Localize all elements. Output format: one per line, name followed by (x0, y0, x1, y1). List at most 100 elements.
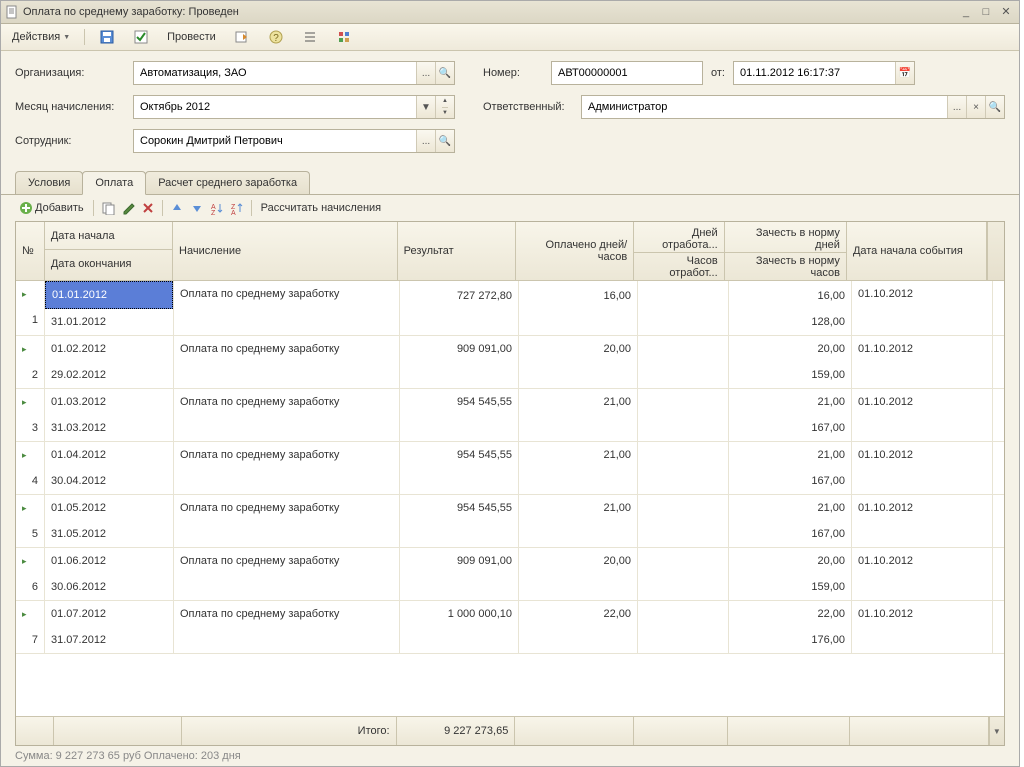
move-down-icon-button[interactable] (188, 199, 206, 217)
table-row[interactable]: ▸501.05.201231.05.2012Оплата по среднему… (16, 495, 1004, 548)
cell-result[interactable]: 954 545,55 (400, 389, 518, 415)
calendar-button[interactable]: 📅 (895, 62, 914, 84)
table-row[interactable]: ▸701.07.201231.07.2012Оплата по среднему… (16, 601, 1004, 654)
cell-date-end[interactable]: 30.06.2012 (45, 574, 173, 600)
header-event[interactable]: Дата начала события (847, 222, 987, 280)
cell-norm-hours[interactable]: 159,00 (729, 574, 851, 600)
org-search-button[interactable]: 🔍 (435, 62, 454, 84)
cell-paid[interactable]: 21,00 (519, 495, 637, 521)
add-button[interactable]: Добавить (15, 199, 88, 217)
cell-event[interactable]: 01.10.2012 (852, 442, 992, 468)
header-result[interactable]: Результат (398, 222, 516, 280)
cell-date-start[interactable]: 01.03.2012 (45, 389, 173, 415)
sort-desc-icon-button[interactable]: ZA (228, 199, 246, 217)
cell-norm-days[interactable]: 20,00 (729, 336, 851, 362)
table-row[interactable]: ▸101.01.201231.01.2012Оплата по среднему… (16, 281, 1004, 336)
cell-norm-hours[interactable]: 167,00 (729, 468, 851, 494)
month-dropdown-button[interactable]: ▼ (416, 96, 435, 118)
cell-norm-days[interactable]: 22,00 (729, 601, 851, 627)
header-num[interactable]: № (16, 222, 45, 280)
move-up-icon-button[interactable] (168, 199, 186, 217)
list-icon-button[interactable] (295, 26, 325, 48)
month-spinner[interactable]: ▲ ▼ (435, 96, 454, 118)
cell-nach[interactable]: Оплата по среднему заработку (174, 389, 399, 415)
maximize-button[interactable]: □ (977, 4, 995, 20)
cell-paid[interactable]: 22,00 (519, 601, 637, 627)
cell-paid[interactable]: 20,00 (519, 336, 637, 362)
resp-select-button[interactable]: ... (947, 96, 966, 118)
resp-search-button[interactable]: 🔍 (985, 96, 1004, 118)
post-ok-icon-button[interactable] (126, 26, 156, 48)
copy-icon-button[interactable] (99, 199, 117, 217)
table-row[interactable]: ▸201.02.201229.02.2012Оплата по среднему… (16, 336, 1004, 389)
resp-input[interactable] (582, 96, 947, 118)
cell-norm-hours[interactable]: 167,00 (729, 415, 851, 441)
delete-icon-button[interactable] (139, 199, 157, 217)
table-row[interactable]: ▸401.04.201230.04.2012Оплата по среднему… (16, 442, 1004, 495)
cell-result[interactable]: 909 091,00 (400, 548, 518, 574)
cell-nach[interactable]: Оплата по среднему заработку (174, 495, 399, 521)
cell-result[interactable]: 909 091,00 (400, 336, 518, 362)
cell-date-start[interactable]: 01.06.2012 (45, 548, 173, 574)
close-button[interactable]: ✕ (997, 4, 1015, 20)
cell-event[interactable]: 01.10.2012 (852, 281, 992, 307)
header-worked[interactable]: Дней отработа... Часов отработ... (634, 222, 724, 280)
cell-event[interactable]: 01.10.2012 (852, 336, 992, 362)
tab-payment[interactable]: Оплата (82, 171, 146, 195)
edit-icon-button[interactable] (119, 199, 137, 217)
cell-date-end[interactable]: 31.07.2012 (45, 627, 173, 653)
header-norm[interactable]: Зачесть в норму дней Зачесть в норму час… (725, 222, 847, 280)
header-paid[interactable]: Оплачено дней/часов (516, 222, 634, 280)
emp-search-button[interactable]: 🔍 (435, 130, 454, 152)
cell-norm-days[interactable]: 21,00 (729, 442, 851, 468)
cell-norm-hours[interactable]: 176,00 (729, 627, 851, 653)
cell-norm-days[interactable]: 16,00 (729, 283, 851, 309)
tab-average-calc[interactable]: Расчет среднего заработка (145, 171, 310, 194)
cell-event[interactable]: 01.10.2012 (852, 548, 992, 574)
cell-date-end[interactable]: 31.01.2012 (45, 309, 173, 335)
cell-norm-hours[interactable]: 167,00 (729, 521, 851, 547)
cell-result[interactable]: 954 545,55 (400, 442, 518, 468)
date-input[interactable] (734, 62, 895, 84)
cell-paid[interactable]: 21,00 (519, 389, 637, 415)
cell-nach[interactable]: Оплата по среднему заработку (174, 548, 399, 574)
post-button[interactable]: Провести (160, 28, 223, 46)
cell-event[interactable]: 01.10.2012 (852, 389, 992, 415)
table-row[interactable]: ▸301.03.201231.03.2012Оплата по среднему… (16, 389, 1004, 442)
emp-input[interactable] (134, 130, 416, 152)
save-icon-button[interactable] (92, 26, 122, 48)
cell-nach[interactable]: Оплата по среднему заработку (174, 442, 399, 468)
cell-nach[interactable]: Оплата по среднему заработку (174, 336, 399, 362)
go-icon-button[interactable] (227, 26, 257, 48)
cell-norm-days[interactable]: 21,00 (729, 495, 851, 521)
emp-select-button[interactable]: ... (416, 130, 435, 152)
org-input[interactable] (134, 62, 416, 84)
cell-event[interactable]: 01.10.2012 (852, 601, 992, 627)
header-dates[interactable]: Дата начала Дата окончания (45, 222, 173, 280)
month-input[interactable] (134, 96, 416, 118)
cell-date-end[interactable]: 30.04.2012 (45, 468, 173, 494)
actions-button[interactable]: Действия ▼ (5, 28, 77, 46)
scroll-down-button[interactable]: ▼ (989, 717, 1004, 745)
cell-date-start[interactable]: 01.05.2012 (45, 495, 173, 521)
resp-clear-button[interactable]: × (966, 96, 985, 118)
cell-date-start[interactable]: 01.01.2012 (45, 281, 173, 309)
cell-paid[interactable]: 21,00 (519, 442, 637, 468)
cell-nach[interactable]: Оплата по среднему заработку (174, 601, 399, 627)
cell-date-end[interactable]: 31.05.2012 (45, 521, 173, 547)
debug-icon-button[interactable] (329, 26, 359, 48)
cell-nach[interactable]: Оплата по среднему заработку (174, 281, 399, 307)
table-row[interactable]: ▸601.06.201230.06.2012Оплата по среднему… (16, 548, 1004, 601)
cell-paid[interactable]: 16,00 (519, 283, 637, 309)
tab-conditions[interactable]: Условия (15, 171, 83, 194)
num-input[interactable] (552, 62, 706, 84)
cell-result[interactable]: 727 272,80 (400, 283, 518, 309)
header-nach[interactable]: Начисление (173, 222, 398, 280)
cell-date-end[interactable]: 31.03.2012 (45, 415, 173, 441)
cell-norm-hours[interactable]: 159,00 (729, 362, 851, 388)
cell-date-end[interactable]: 29.02.2012 (45, 362, 173, 388)
cell-result[interactable]: 954 545,55 (400, 495, 518, 521)
cell-date-start[interactable]: 01.02.2012 (45, 336, 173, 362)
cell-norm-days[interactable]: 21,00 (729, 389, 851, 415)
sort-asc-icon-button[interactable]: AZ (208, 199, 226, 217)
